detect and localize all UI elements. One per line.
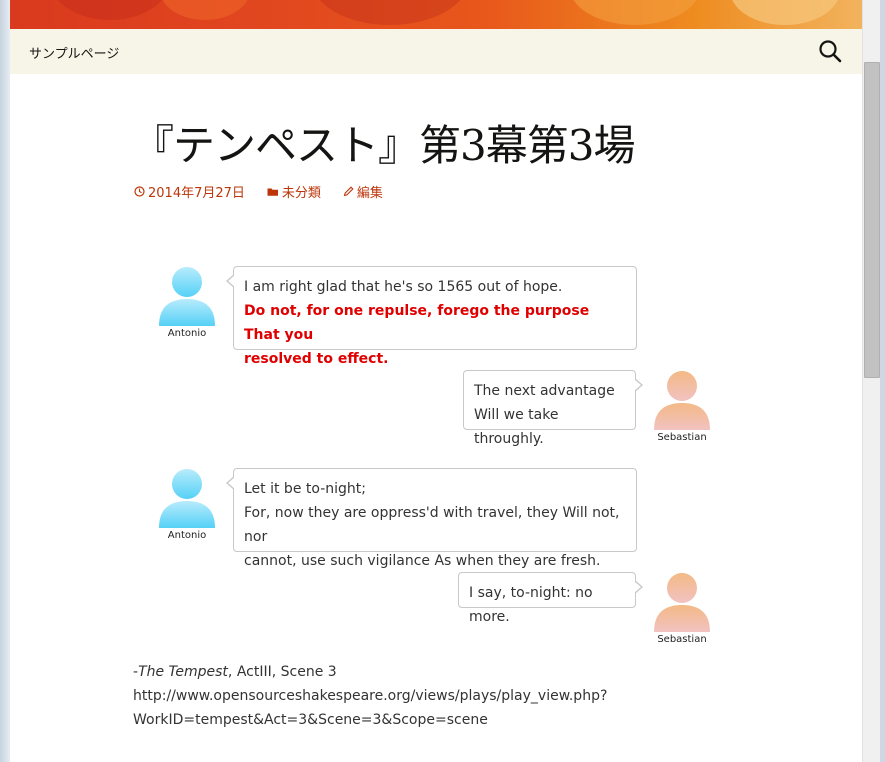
message-line: I am right glad that he's so 1565 out of… [244,279,563,295]
search-icon[interactable] [818,39,842,63]
person-avatar-peach [654,573,710,632]
source-citation: -The Tempest, ActIII, Scene 3 http://www… [133,660,607,732]
citation-line: -The Tempest, ActIII, Scene 3 [133,660,607,684]
post-date[interactable]: 2014年7月27日 [134,182,245,201]
pencil-icon [343,186,354,197]
source-url-line-2: WorkID=tempest&Act=3&Scene=3&Scope=scene [133,712,488,728]
message-emphasis: resolved to effect. [244,351,389,367]
person-avatar-peach [654,371,710,430]
message-bubble: The next advantage Will we take throughl… [463,370,643,447]
header-banner [10,0,862,29]
sebastian-avatar: Sebastian [652,370,712,443]
antonio-avatar: Antonio [157,468,217,541]
post-meta: 2014年7月27日 未分類 編集 [134,182,405,201]
antonio-avatar: Antonio [157,266,217,339]
folder-icon [267,188,278,196]
post-edit-text: 編集 [356,186,383,201]
message-line: For, now they are oppress'd with travel,… [244,505,620,545]
sebastian-name: Sebastian [657,432,707,443]
message-line: cannot, use such vigilance As when they … [244,553,601,569]
person-avatar-blue [159,469,215,528]
window-right-edge [880,0,885,762]
citation-work-title: The Tempest [138,664,228,680]
message-bubble: I am right glad that he's so 1565 out of… [226,266,637,367]
message-line: The next advantage [474,383,615,399]
antonio-name: Antonio [167,530,207,541]
post-title: 『テンペスト』第3幕第3場 [132,121,635,170]
message-bubble: Let it be to-night; For, now they are op… [226,468,637,569]
sebastian-name: Sebastian [657,634,707,645]
post-edit-link[interactable]: 編集 [343,182,383,201]
clock-icon [134,186,145,197]
navbar: サンプルページ [10,29,862,74]
post-date-text: 2014年7月27日 [148,186,245,201]
message-line: Will we take throughly. [474,407,559,447]
scrollbar-thumb[interactable] [864,62,880,378]
citation-scene: , ActIII, Scene 3 [227,664,337,680]
source-url-line-1: http://www.opensourceshakespeare.org/vie… [133,688,608,704]
message-bubble: I say, to-night: no more. [458,572,643,625]
person-avatar-blue [159,267,215,326]
message-line: I say, to-night: no more. [469,585,593,625]
message-emphasis: Do not, for one repulse, forego the purp… [244,303,590,343]
nav-sample-page-link[interactable]: サンプルページ [29,43,119,62]
page: サンプルページ 『テンペスト』第3幕第3場 2014年7月27日 未分類 編集 … [10,0,862,762]
sebastian-avatar: Sebastian [652,572,712,645]
message-line: Let it be to-night; [244,481,366,497]
post-category-text: 未分類 [281,186,321,201]
window-left-edge [0,0,10,762]
post-category[interactable]: 未分類 [267,182,321,201]
antonio-name: Antonio [167,328,207,339]
vertical-scrollbar[interactable] [862,0,881,762]
